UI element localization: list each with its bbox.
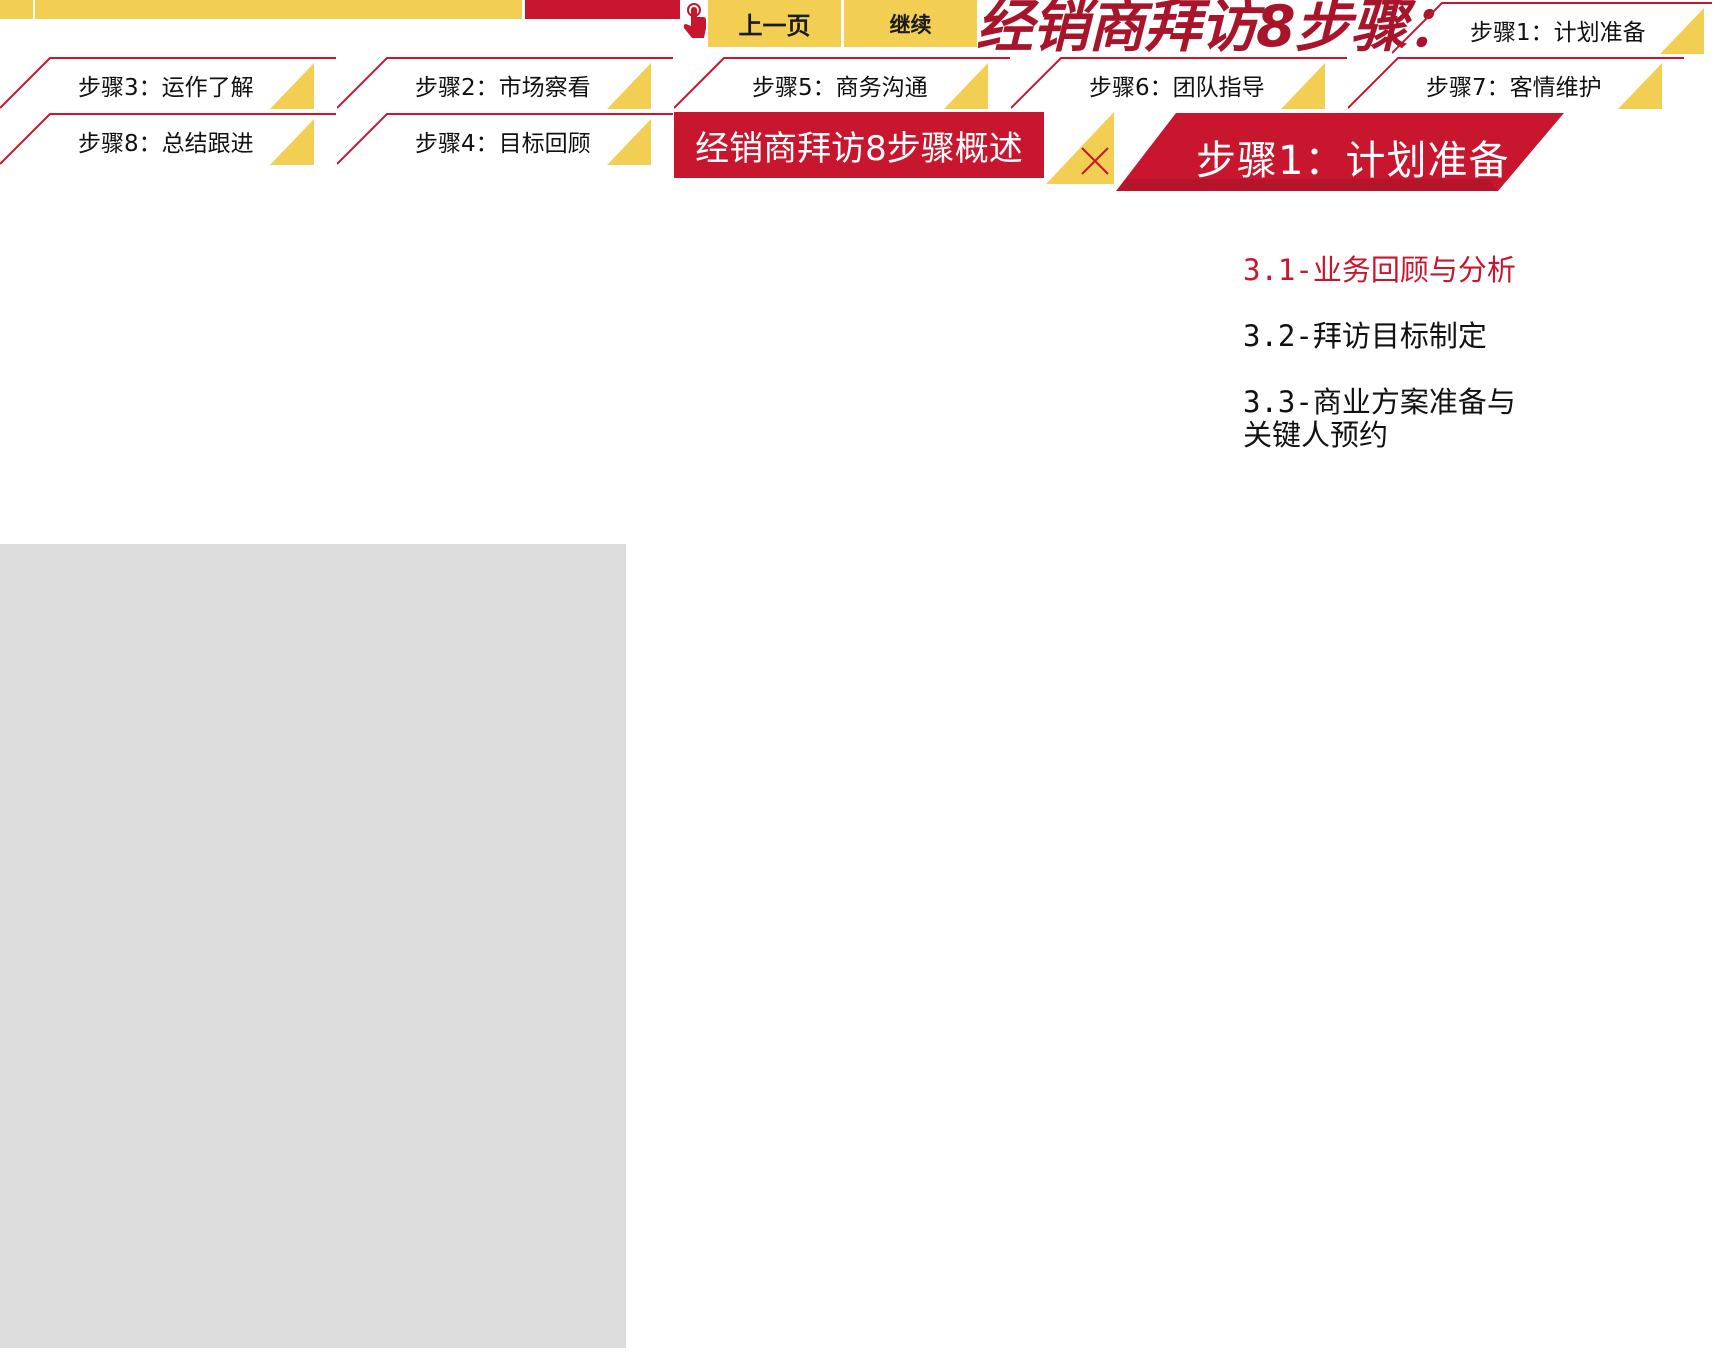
previous-page-button[interactable]: 上一页 [708, 0, 841, 47]
step-tab-label: 步骤7：客情维护 [1426, 75, 1602, 101]
step-tab-2[interactable]: 步骤2：市场察看 [337, 55, 673, 111]
close-button[interactable] [1046, 112, 1118, 186]
sub-item-business-plan[interactable]: 3.3-商业方案准备与关键人预约 [1243, 386, 1543, 452]
step-tab-4[interactable]: 步骤4：目标回顾 [337, 111, 673, 167]
step-tab-label: 步骤6：团队指导 [1089, 75, 1265, 101]
image-placeholder [0, 544, 626, 1348]
step-tab-3[interactable]: 步骤3：运作了解 [0, 55, 336, 111]
overview-button[interactable]: 经销商拜访8步骤概述 [674, 112, 1044, 178]
step-tab-label: 步骤3：运作了解 [78, 75, 254, 101]
step-tab-7[interactable]: 步骤7：客情维护 [1348, 55, 1684, 111]
slide-canvas: 上一页 继续 经销商拜访8步骤： 步骤1：计划准备 步骤3：运作了解 步骤2：市… [0, 0, 1727, 1361]
step-tab-8[interactable]: 步骤8：总结跟进 [0, 111, 336, 167]
step-tab-5[interactable]: 步骤5：商务沟通 [674, 55, 1010, 111]
page-title: 经销商拜访8步骤： [976, 0, 1464, 60]
sub-item-visit-goals[interactable]: 3.2-拜访目标制定 [1243, 320, 1487, 353]
step-tab-label: 步骤4：目标回顾 [415, 131, 591, 157]
pointing-hand-icon [680, 2, 710, 42]
step-tab-1[interactable]: 步骤1：计划准备 [1392, 0, 1727, 56]
continue-button[interactable]: 继续 [844, 0, 977, 47]
step-tab-label: 步骤1：计划准备 [1470, 20, 1646, 46]
sub-item-review-analysis[interactable]: 3.1-业务回顾与分析 [1243, 254, 1516, 287]
top-decor-bar-red [525, 0, 680, 19]
current-step-title: 步骤1：计划准备 [1196, 138, 1510, 184]
step-tab-label: 步骤2：市场察看 [415, 75, 591, 101]
step-tab-label: 步骤5：商务沟通 [752, 75, 928, 101]
step-tab-label: 步骤8：总结跟进 [78, 131, 254, 157]
top-decor-bar-yellow [0, 0, 522, 19]
step-tab-6[interactable]: 步骤6：团队指导 [1011, 55, 1347, 111]
top-decor-notch [0, 0, 35, 19]
